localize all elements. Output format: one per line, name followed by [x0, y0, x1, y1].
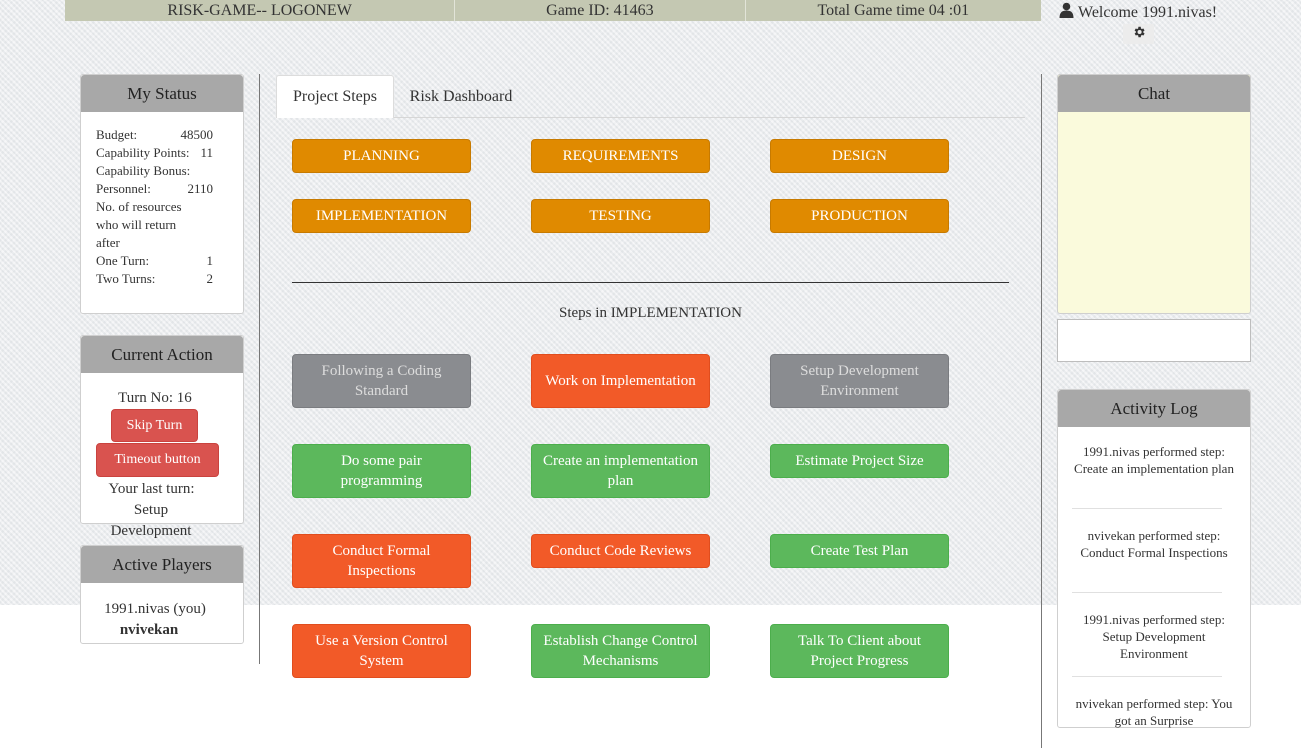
status-value: 2	[206, 271, 214, 286]
status-value: 1	[206, 253, 214, 268]
log-entry: 1991.nivas performed step: Create an imp…	[1074, 444, 1234, 476]
last-turn-label: Your last turn:	[108, 481, 195, 497]
status-value	[206, 234, 243, 252]
my-status-panel: My Status Budget: 48500 Capability Points:…	[80, 74, 244, 314]
step-coding-standard-button[interactable]: Following a Coding Standard	[292, 354, 471, 408]
left-divider	[259, 74, 260, 664]
my-status-title: My Status	[81, 75, 243, 112]
top-bar: RISK-GAME-- LOGONEW Game ID: 41463 Total…	[65, 0, 1041, 21]
chat-title: Chat	[1058, 75, 1250, 112]
step-version-control-button[interactable]: Use a Version Control System	[292, 624, 471, 678]
step-test-plan-button[interactable]: Create Test Plan	[770, 534, 949, 568]
phase-design-button[interactable]: DESIGN	[770, 139, 949, 173]
log-entry: nvivekan performed step: Conduct Formal …	[1080, 528, 1228, 560]
section-divider	[292, 282, 1009, 283]
status-label: Capability Bonus:	[96, 163, 191, 178]
log-separator	[1072, 508, 1222, 509]
chat-input[interactable]	[1057, 319, 1251, 362]
log-entry: nvivekan performed step: You got an Surp…	[1075, 696, 1233, 728]
player-self: 1991.nivas (you)	[104, 601, 206, 617]
chat-panel: Chat	[1057, 74, 1251, 314]
total-game-time: Total Game time 04 :01	[817, 1, 970, 19]
phase-planning-button[interactable]: PLANNING	[292, 139, 471, 173]
phase-implementation-button[interactable]: IMPLEMENTATION	[292, 199, 471, 233]
status-row: Two Turns: 2	[96, 270, 243, 288]
status-label: Personnel:	[96, 181, 151, 196]
status-value	[206, 198, 243, 216]
step-work-on-implementation-button[interactable]: Work on Implementation	[531, 354, 710, 408]
status-row: No. of resources	[96, 198, 243, 216]
log-separator	[1072, 592, 1222, 593]
status-value	[206, 216, 243, 234]
status-label: Budget:	[96, 127, 138, 142]
log-separator	[1072, 676, 1222, 677]
right-divider	[1041, 74, 1042, 748]
status-row: Personnel: 2110	[96, 180, 243, 198]
step-implementation-plan-button[interactable]: Create an implementation plan	[531, 444, 710, 498]
player-other: nvivekan	[119, 622, 179, 638]
activity-log-list[interactable]: 1991.nivas performed step: Create an imp…	[1058, 427, 1250, 729]
logo-text: RISK-GAME-- LOGONEW	[65, 0, 456, 21]
status-list: Budget: 48500 Capability Points: 11 Capabili…	[81, 112, 243, 288]
phase-testing-button[interactable]: TESTING	[531, 199, 710, 233]
timeout-button[interactable]: Timeout button	[96, 443, 219, 477]
step-pair-programming-button[interactable]: Do some pair programming	[292, 444, 471, 498]
active-players-title: Active Players	[81, 546, 243, 583]
step-estimate-size-button[interactable]: Estimate Project Size	[770, 444, 949, 478]
step-change-control-button[interactable]: Establish Change Control Mechanisms	[531, 624, 710, 678]
status-value: 11	[200, 145, 213, 160]
phase-requirements-button[interactable]: REQUIREMENTS	[531, 139, 710, 173]
log-entry: 1991.nivas performed step: Setup Develop…	[1083, 612, 1225, 661]
status-label: who will return	[96, 217, 177, 232]
status-label: One Turn:	[96, 253, 150, 268]
settings-button[interactable]	[1123, 24, 1154, 44]
chat-messages-area[interactable]	[1058, 112, 1250, 313]
welcome-area: Welcome 1991.nivas!	[1059, 2, 1217, 23]
tab-risk-dashboard[interactable]: Risk Dashboard	[402, 75, 520, 118]
status-value: 48500	[180, 127, 214, 142]
step-code-reviews-button[interactable]: Conduct Code Reviews	[531, 534, 710, 568]
active-players-panel: Active Players 1991.nivas (you) nvivekan	[80, 545, 244, 644]
user-icon	[1059, 2, 1074, 23]
status-label: No. of resources	[96, 199, 182, 214]
current-action-title: Current Action	[81, 336, 243, 373]
status-label: Capability Points:	[96, 145, 190, 160]
game-id: Game ID: 41463	[455, 0, 746, 21]
status-row: who will return	[96, 216, 243, 234]
status-value: 2110	[187, 181, 213, 196]
steps-title: Steps in IMPLEMENTATION	[559, 305, 742, 321]
turn-number: Turn No: 16	[118, 390, 192, 406]
step-formal-inspections-button[interactable]: Conduct Formal Inspections	[292, 534, 471, 588]
step-talk-to-client-button[interactable]: Talk To Client about Project Progress	[770, 624, 949, 678]
activity-log-title: Activity Log	[1058, 390, 1250, 427]
status-row: Capability Points: 11	[96, 144, 243, 162]
skip-turn-button[interactable]: Skip Turn	[111, 409, 198, 442]
status-row: One Turn: 1	[96, 252, 243, 270]
status-label: after	[96, 235, 120, 250]
tab-project-steps[interactable]: Project Steps	[276, 75, 394, 118]
status-row: Budget: 48500	[96, 126, 243, 144]
status-value	[206, 162, 243, 180]
status-row: after	[96, 234, 243, 252]
status-label: Two Turns:	[96, 271, 156, 286]
activity-log-panel: Activity Log 1991.nivas performed step: …	[1057, 389, 1251, 728]
step-setup-dev-env-button[interactable]: Setup Development Environment	[770, 354, 949, 408]
status-row: Capability Bonus:	[96, 162, 243, 180]
welcome-text: Welcome 1991.nivas!	[1078, 3, 1218, 21]
gear-icon	[1132, 25, 1146, 44]
phase-production-button[interactable]: PRODUCTION	[770, 199, 949, 233]
